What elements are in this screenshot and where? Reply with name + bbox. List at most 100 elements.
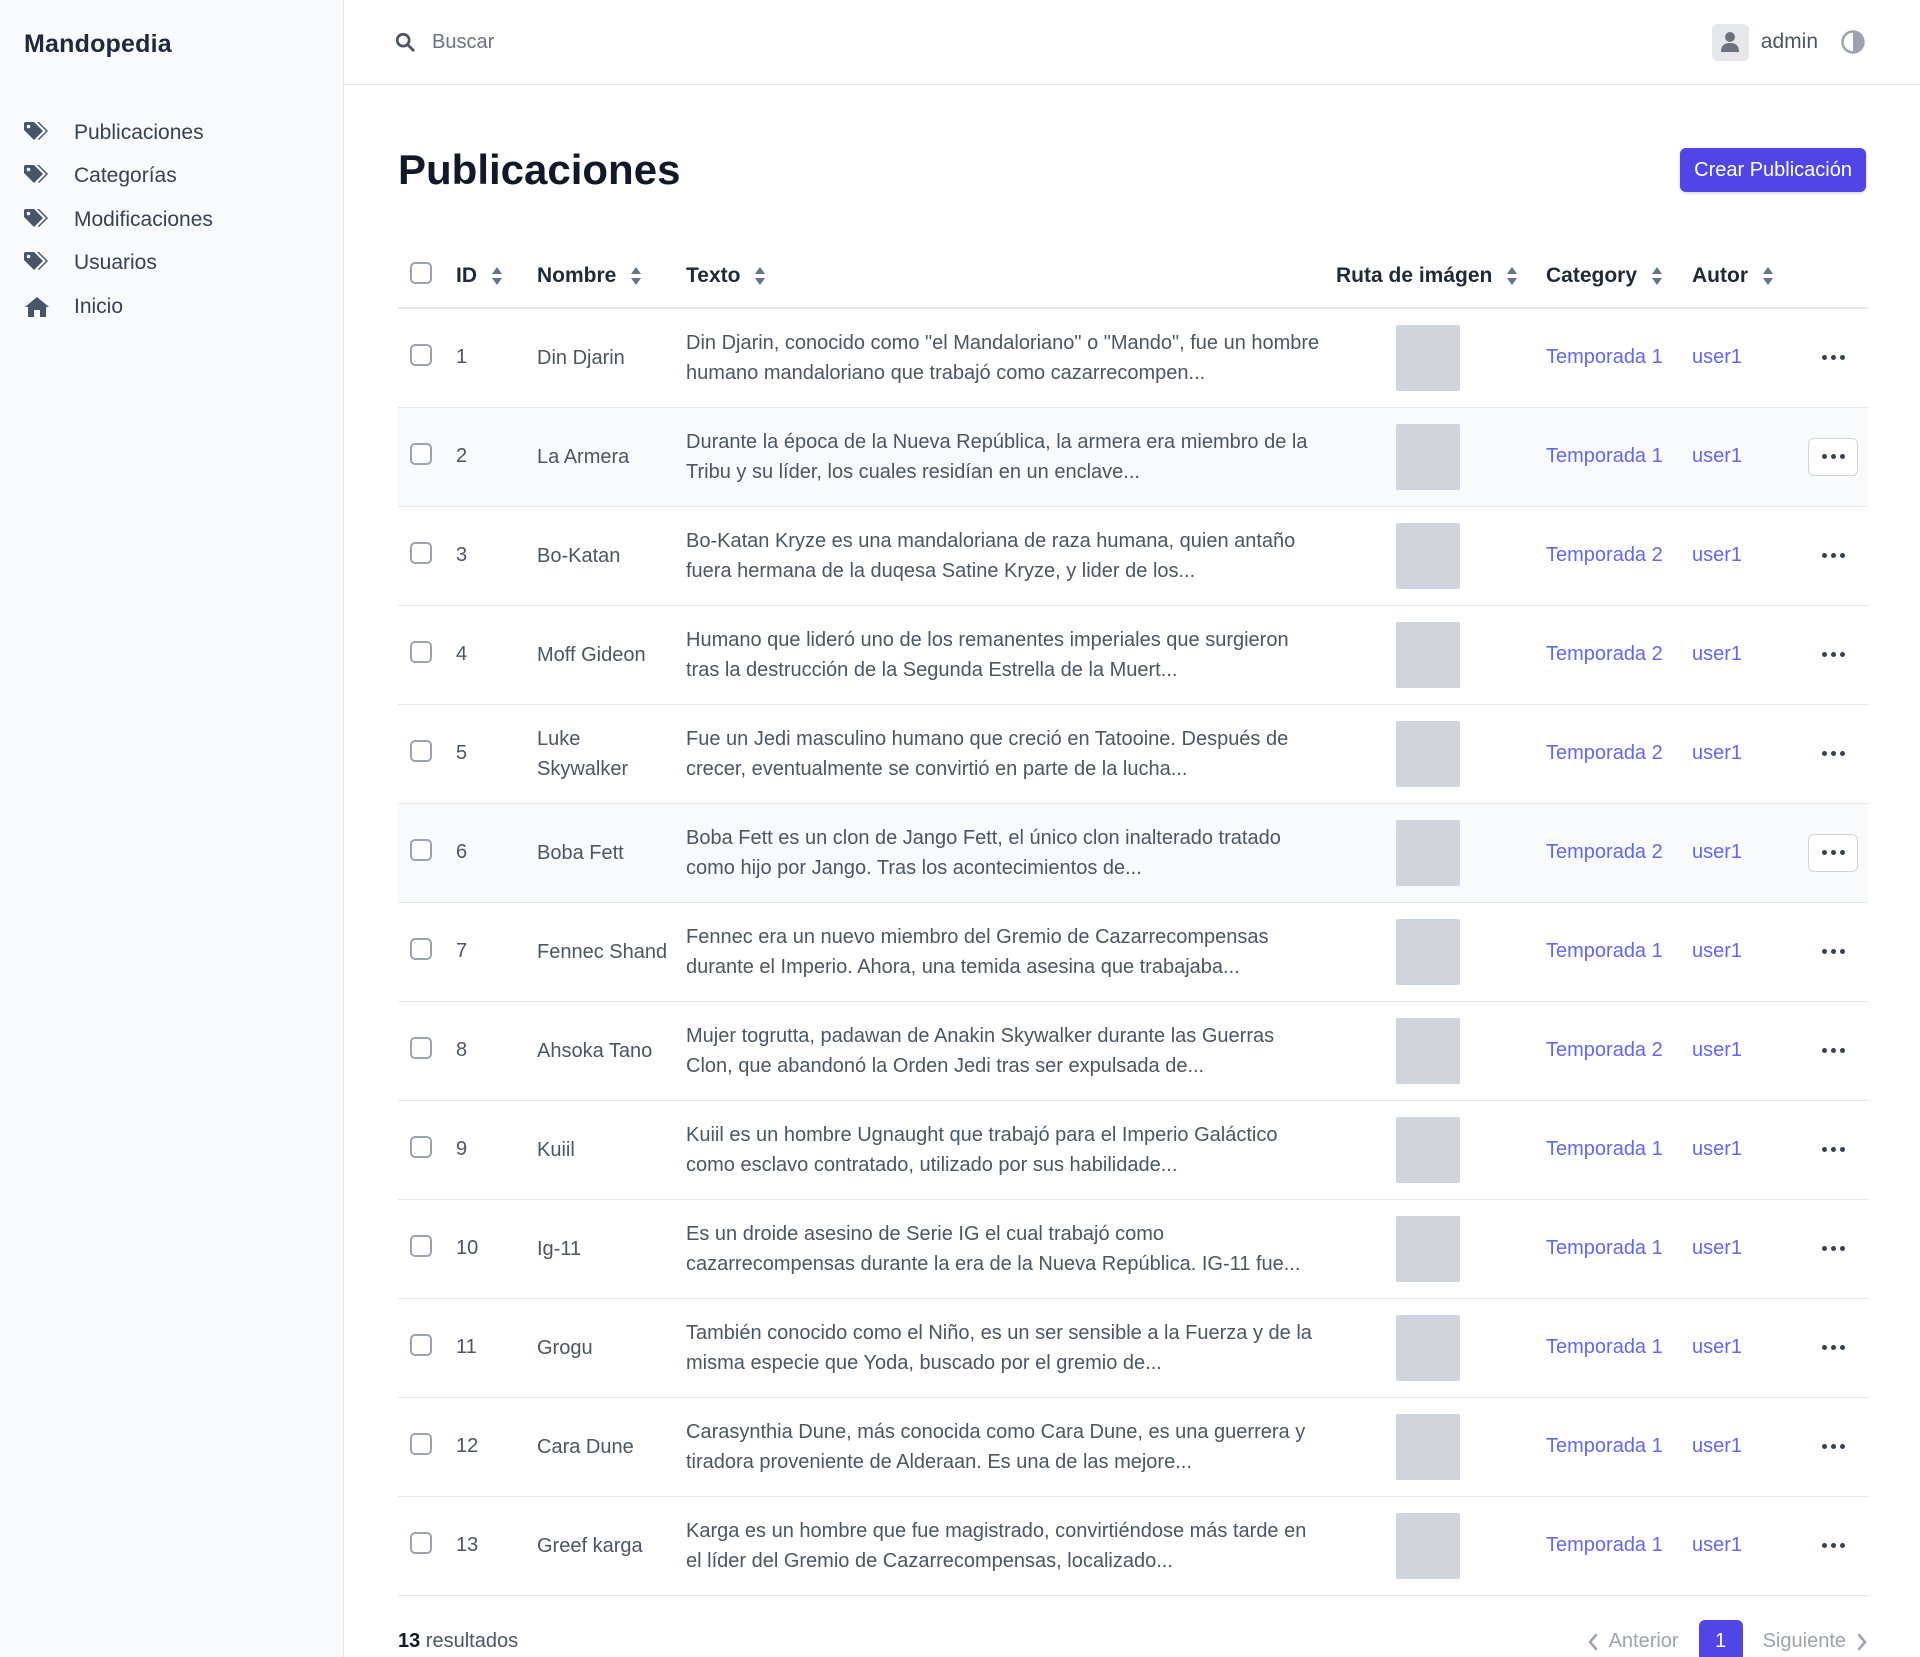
table-row[interactable]: 3 Bo-Katan Bo-Katan Kryze es una mandalori… — [398, 506, 1868, 605]
row-category-link[interactable]: Temporada 1 — [1546, 1199, 1692, 1298]
search-input[interactable] — [432, 30, 832, 54]
row-thumbnail[interactable] — [1396, 423, 1460, 490]
author-link[interactable]: user1 — [1692, 1138, 1742, 1160]
table-row[interactable]: 2 La Armera Durante la época de la Nueva R… — [398, 407, 1868, 506]
author-link[interactable]: user1 — [1692, 1039, 1742, 1061]
row-thumbnail[interactable] — [1396, 621, 1460, 688]
row-actions-button[interactable] — [1808, 1329, 1858, 1367]
row-checkbox[interactable] — [410, 640, 432, 663]
row-category-link[interactable]: Temporada 2 — [1546, 506, 1692, 605]
table-row[interactable]: 6 Boba Fett Boba Fett es un clon de Jango … — [398, 803, 1868, 902]
category-link[interactable]: Temporada 1 — [1546, 1435, 1663, 1457]
select-all-checkbox[interactable] — [410, 262, 432, 284]
header-ruta-imagen[interactable]: Ruta de imágen — [1336, 245, 1546, 308]
row-thumbnail[interactable] — [1396, 1512, 1460, 1579]
row-category-link[interactable]: Temporada 2 — [1546, 1001, 1692, 1100]
table-row[interactable]: 10 Ig-11 Es un droide asesino de Serie IG … — [398, 1199, 1868, 1298]
row-actions-button[interactable] — [1808, 1428, 1858, 1466]
row-checkbox[interactable] — [410, 1036, 432, 1059]
row-checkbox[interactable] — [410, 343, 432, 366]
row-thumbnail[interactable] — [1396, 1314, 1460, 1381]
author-link[interactable]: user1 — [1692, 940, 1742, 962]
sidebar-item-modificaciones[interactable]: Modificaciones — [24, 198, 319, 242]
row-thumbnail[interactable] — [1396, 1413, 1460, 1480]
row-checkbox[interactable] — [410, 442, 432, 465]
row-author-link[interactable]: user1 — [1692, 902, 1802, 1001]
table-row[interactable]: 11 Grogu También conocido como el Niño, es… — [398, 1298, 1868, 1397]
category-link[interactable]: Temporada 2 — [1546, 1039, 1663, 1061]
author-link[interactable]: user1 — [1692, 346, 1742, 368]
sidebar-item-usuarios[interactable]: Usuarios — [24, 242, 319, 286]
row-author-link[interactable]: user1 — [1692, 1496, 1802, 1595]
row-category-link[interactable]: Temporada 1 — [1546, 1298, 1692, 1397]
row-thumbnail[interactable] — [1396, 1017, 1460, 1084]
row-author-link[interactable]: user1 — [1692, 1397, 1802, 1496]
table-row[interactable]: 7 Fennec Shand Fennec era un nuevo miembro… — [398, 902, 1868, 1001]
row-actions-button[interactable] — [1808, 636, 1858, 674]
row-thumbnail[interactable] — [1396, 918, 1460, 985]
header-category[interactable]: Category — [1546, 245, 1692, 308]
row-author-link[interactable]: user1 — [1692, 1199, 1802, 1298]
brand-title[interactable]: Mandopedia — [24, 30, 319, 59]
user-menu[interactable]: admin — [1711, 23, 1866, 61]
author-link[interactable]: user1 — [1692, 841, 1742, 863]
row-category-link[interactable]: Temporada 1 — [1546, 902, 1692, 1001]
table-row[interactable]: 9 Kuiil Kuiil es un hombre Ugnaught que tr… — [398, 1100, 1868, 1199]
row-actions-button[interactable] — [1808, 437, 1858, 476]
row-category-link[interactable]: Temporada 2 — [1546, 704, 1692, 803]
category-link[interactable]: Temporada 1 — [1546, 940, 1663, 962]
author-link[interactable]: user1 — [1692, 643, 1742, 665]
user-avatar[interactable] — [1711, 23, 1749, 61]
row-author-link[interactable]: user1 — [1692, 407, 1802, 506]
row-category-link[interactable]: Temporada 1 — [1546, 1397, 1692, 1496]
category-link[interactable]: Temporada 2 — [1546, 544, 1663, 566]
previous-page-button[interactable]: Anterior — [1587, 1630, 1679, 1653]
category-link[interactable]: Temporada 1 — [1546, 1336, 1663, 1358]
row-author-link[interactable]: user1 — [1692, 1001, 1802, 1100]
author-link[interactable]: user1 — [1692, 742, 1742, 764]
sidebar-item-categorias[interactable]: Categorías — [24, 155, 319, 199]
author-link[interactable]: user1 — [1692, 1435, 1742, 1457]
page-1-button[interactable]: 1 — [1698, 1619, 1743, 1657]
row-author-link[interactable]: user1 — [1692, 506, 1802, 605]
theme-toggle-icon[interactable] — [1840, 29, 1866, 55]
header-autor[interactable]: Autor — [1692, 245, 1802, 308]
table-row[interactable]: 5 Luke Skywalker Fue un Jedi masculino hum… — [398, 704, 1868, 803]
row-thumbnail[interactable] — [1396, 819, 1460, 886]
table-row[interactable]: 13 Greef karga Karga es un hombre que fue … — [398, 1496, 1868, 1595]
row-actions-button[interactable] — [1808, 735, 1858, 773]
row-checkbox[interactable] — [410, 1432, 432, 1455]
category-link[interactable]: Temporada 2 — [1546, 742, 1663, 764]
row-author-link[interactable]: user1 — [1692, 605, 1802, 704]
author-link[interactable]: user1 — [1692, 445, 1742, 467]
next-page-button[interactable]: Siguiente — [1763, 1630, 1868, 1653]
category-link[interactable]: Temporada 1 — [1546, 1534, 1663, 1556]
header-nombre[interactable]: Nombre — [537, 245, 686, 308]
row-author-link[interactable]: user1 — [1692, 308, 1802, 407]
row-actions-button[interactable] — [1808, 339, 1858, 377]
row-actions-button[interactable] — [1808, 1131, 1858, 1169]
table-row[interactable]: 12 Cara Dune Carasynthia Dune, más conocid… — [398, 1397, 1868, 1496]
category-link[interactable]: Temporada 1 — [1546, 1138, 1663, 1160]
author-link[interactable]: user1 — [1692, 1534, 1742, 1556]
header-texto[interactable]: Texto — [686, 245, 1336, 308]
header-id[interactable]: ID — [456, 245, 537, 308]
row-checkbox[interactable] — [410, 1531, 432, 1554]
category-link[interactable]: Temporada 1 — [1546, 1237, 1663, 1259]
row-thumbnail[interactable] — [1396, 1215, 1460, 1282]
row-category-link[interactable]: Temporada 1 — [1546, 407, 1692, 506]
row-category-link[interactable]: Temporada 1 — [1546, 1100, 1692, 1199]
row-thumbnail[interactable] — [1396, 1116, 1460, 1183]
table-row[interactable]: 8 Ahsoka Tano Mujer togrutta, padawan de A… — [398, 1001, 1868, 1100]
author-link[interactable]: user1 — [1692, 1336, 1742, 1358]
row-thumbnail[interactable] — [1396, 720, 1460, 787]
row-actions-button[interactable] — [1808, 833, 1858, 872]
user-name[interactable]: admin — [1761, 30, 1818, 54]
row-author-link[interactable]: user1 — [1692, 1298, 1802, 1397]
row-checkbox[interactable] — [410, 1234, 432, 1257]
row-author-link[interactable]: user1 — [1692, 704, 1802, 803]
row-category-link[interactable]: Temporada 2 — [1546, 605, 1692, 704]
row-checkbox[interactable] — [410, 1333, 432, 1356]
row-actions-button[interactable] — [1808, 933, 1858, 971]
row-actions-button[interactable] — [1808, 1527, 1858, 1565]
